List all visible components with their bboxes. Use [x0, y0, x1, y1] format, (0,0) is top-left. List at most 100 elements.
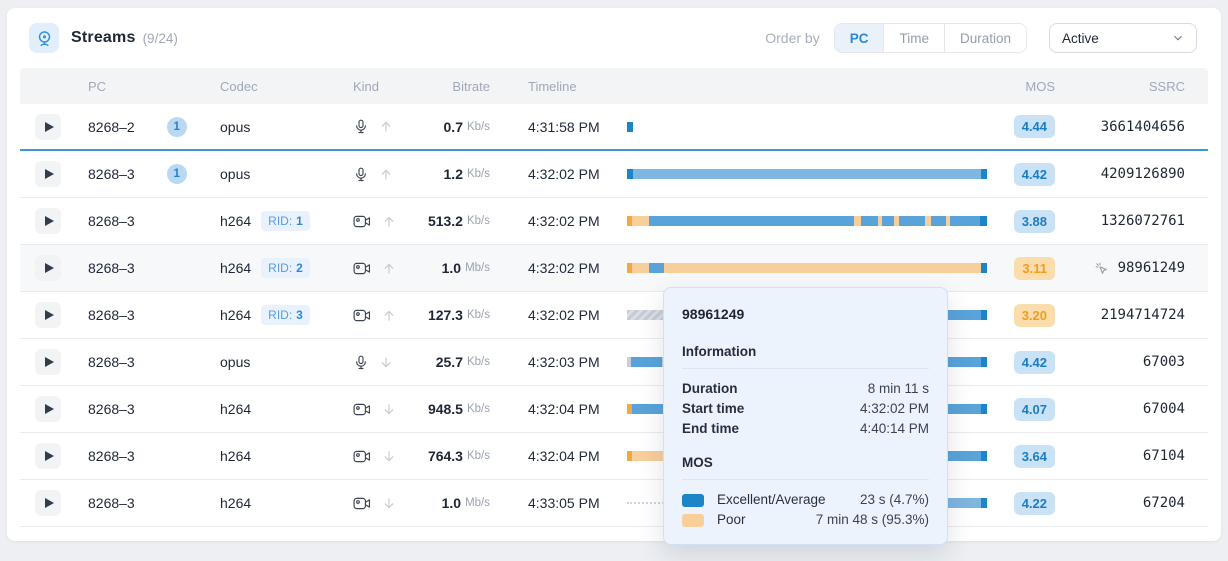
bitrate-value: 25.7 — [436, 354, 463, 370]
arrow-up-icon — [379, 119, 393, 134]
pc-value: 8268–3 — [88, 260, 135, 276]
status-filter-select[interactable]: Active — [1049, 23, 1197, 53]
timeline-segment — [931, 216, 945, 226]
table-row[interactable]: 8268–3h2641.0Mb/s4:33:05 PM4.2267204 — [20, 480, 1208, 527]
order-by-option-duration[interactable]: Duration — [944, 24, 1026, 52]
table-row[interactable]: 8268–3opus25.7Kb/s4:32:03 PM4.4267003 — [20, 339, 1208, 386]
timeline-segment — [950, 216, 980, 226]
arrow-up-icon — [379, 167, 393, 182]
play-icon — [45, 451, 54, 461]
table-row[interactable]: 8268–31opus1.2Kb/s4:32:02 PM4.4242091268… — [20, 151, 1208, 198]
streams-card: Streams (9/24) Order by PCTimeDuration A… — [7, 8, 1221, 541]
mos-badge: 3.88 — [1014, 210, 1055, 233]
codec-value: h264 — [220, 307, 251, 323]
table-row[interactable]: 8268–3h264RID:21.0Mb/s4:32:02 PM3.119896… — [20, 245, 1208, 292]
bitrate-value: 1.0 — [442, 260, 461, 276]
column-header-bitrate: Bitrate — [400, 79, 490, 94]
bitrate-unit: Mb/s — [465, 497, 490, 509]
streams-page: Streams (9/24) Order by PCTimeDuration A… — [0, 0, 1228, 561]
bitrate-unit: Kb/s — [467, 403, 490, 415]
start-time-value: 4:32:02 PM — [528, 166, 600, 182]
tooltip-info-label: Duration — [682, 379, 738, 399]
arrow-down-icon — [382, 449, 396, 464]
order-by-label: Order by — [765, 30, 819, 46]
mos-badge: 4.22 — [1014, 492, 1055, 515]
start-time-value: 4:32:02 PM — [528, 260, 600, 276]
order-by-option-pc[interactable]: PC — [835, 24, 884, 52]
tooltip-ssrc-title: 98961249 — [682, 306, 929, 322]
timeline-bar — [627, 216, 987, 226]
bitrate-unit: Kb/s — [467, 215, 490, 227]
rid-badge: RID:1 — [261, 211, 310, 231]
play-button[interactable] — [35, 302, 61, 328]
bitrate-unit: Kb/s — [467, 356, 490, 368]
codec-value: h264 — [220, 213, 251, 229]
streams-table: PC Codec Kind Bitrate Timeline MOS SSRC … — [20, 68, 1208, 527]
microphone-icon — [353, 166, 369, 183]
column-header-mos: MOS — [987, 79, 1055, 94]
camera-icon — [353, 214, 372, 229]
cursor-click-icon — [1094, 261, 1109, 276]
ssrc-value: 67204 — [1143, 495, 1185, 511]
arrow-down-icon — [382, 402, 396, 417]
play-button[interactable] — [35, 396, 61, 422]
order-by-segmented-control: PCTimeDuration — [834, 23, 1027, 53]
streams-count: (9/24) — [143, 31, 178, 46]
tooltip-legend-row: Poor7 min 48 s (95.3%) — [682, 510, 929, 530]
bitrate-value: 127.3 — [428, 307, 463, 323]
timeline-segment — [980, 216, 987, 226]
tooltip-info-label: End time — [682, 419, 739, 439]
timeline-segment — [899, 216, 925, 226]
bitrate-value: 0.7 — [444, 119, 463, 135]
column-header-ssrc: SSRC — [1055, 79, 1185, 94]
start-time-value: 4:32:02 PM — [528, 213, 600, 229]
play-button[interactable] — [35, 114, 61, 140]
start-time-value: 4:31:58 PM — [528, 119, 600, 135]
play-button[interactable] — [35, 161, 61, 187]
order-by-option-time[interactable]: Time — [883, 24, 944, 52]
tooltip-info-row: Duration8 min 11 s — [682, 379, 929, 399]
bitrate-unit: Kb/s — [467, 121, 490, 133]
table-row[interactable]: 8268–3h264RID:1513.2Kb/s4:32:02 PM3.8813… — [20, 198, 1208, 245]
ssrc-value: 67003 — [1143, 354, 1185, 370]
timeline-segment — [861, 216, 878, 226]
pc-value: 8268–2 — [88, 119, 135, 135]
play-icon — [45, 216, 54, 226]
card-header: Streams (9/24) Order by PCTimeDuration A… — [7, 8, 1221, 68]
codec-value: h264 — [220, 401, 251, 417]
start-time-value: 4:32:04 PM — [528, 401, 600, 417]
pc-value: 8268–3 — [88, 307, 135, 323]
bitrate-unit: Kb/s — [467, 168, 490, 180]
table-row[interactable]: 8268–3h264RID:3127.3Kb/s4:32:02 PM3.2021… — [20, 292, 1208, 339]
bitrate-value: 1.0 — [442, 495, 461, 511]
play-icon — [45, 404, 54, 414]
table-row[interactable]: 8268–3h264764.3Kb/s4:32:04 PM3.6467104 — [20, 433, 1208, 480]
bitrate-value: 1.2 — [444, 166, 463, 182]
play-button[interactable] — [35, 490, 61, 516]
tooltip-mos-legend: Excellent/Average23 s (4.7%)Poor7 min 48… — [682, 490, 929, 530]
play-button[interactable] — [35, 208, 61, 234]
table-row[interactable]: 8268–3h264948.5Kb/s4:32:04 PM4.0767004 — [20, 386, 1208, 433]
timeline-bar — [627, 122, 987, 132]
play-icon — [45, 357, 54, 367]
ssrc-value: 4209126890 — [1101, 166, 1185, 182]
start-time-value: 4:32:02 PM — [528, 307, 600, 323]
play-button[interactable] — [35, 255, 61, 281]
page-title: Streams — [71, 29, 136, 47]
timeline-bar — [627, 169, 987, 179]
bitrate-value: 948.5 — [428, 401, 463, 417]
pc-value: 8268–3 — [88, 448, 135, 464]
tooltip-information-rows: Duration8 min 11 sStart time4:32:02 PMEn… — [682, 379, 929, 439]
codec-value: h264 — [220, 495, 251, 511]
codec-value: opus — [220, 119, 250, 135]
camera-icon — [353, 402, 372, 417]
play-button[interactable] — [35, 349, 61, 375]
bitrate-unit: Kb/s — [467, 450, 490, 462]
mos-badge: 3.20 — [1014, 304, 1055, 327]
bitrate-unit: Kb/s — [467, 309, 490, 321]
table-row[interactable]: 8268–21opus0.7Kb/s4:31:58 PM4.4436614046… — [20, 104, 1208, 151]
play-button[interactable] — [35, 443, 61, 469]
codec-value: h264 — [220, 448, 251, 464]
codec-value: opus — [220, 354, 250, 370]
play-icon — [45, 169, 54, 179]
